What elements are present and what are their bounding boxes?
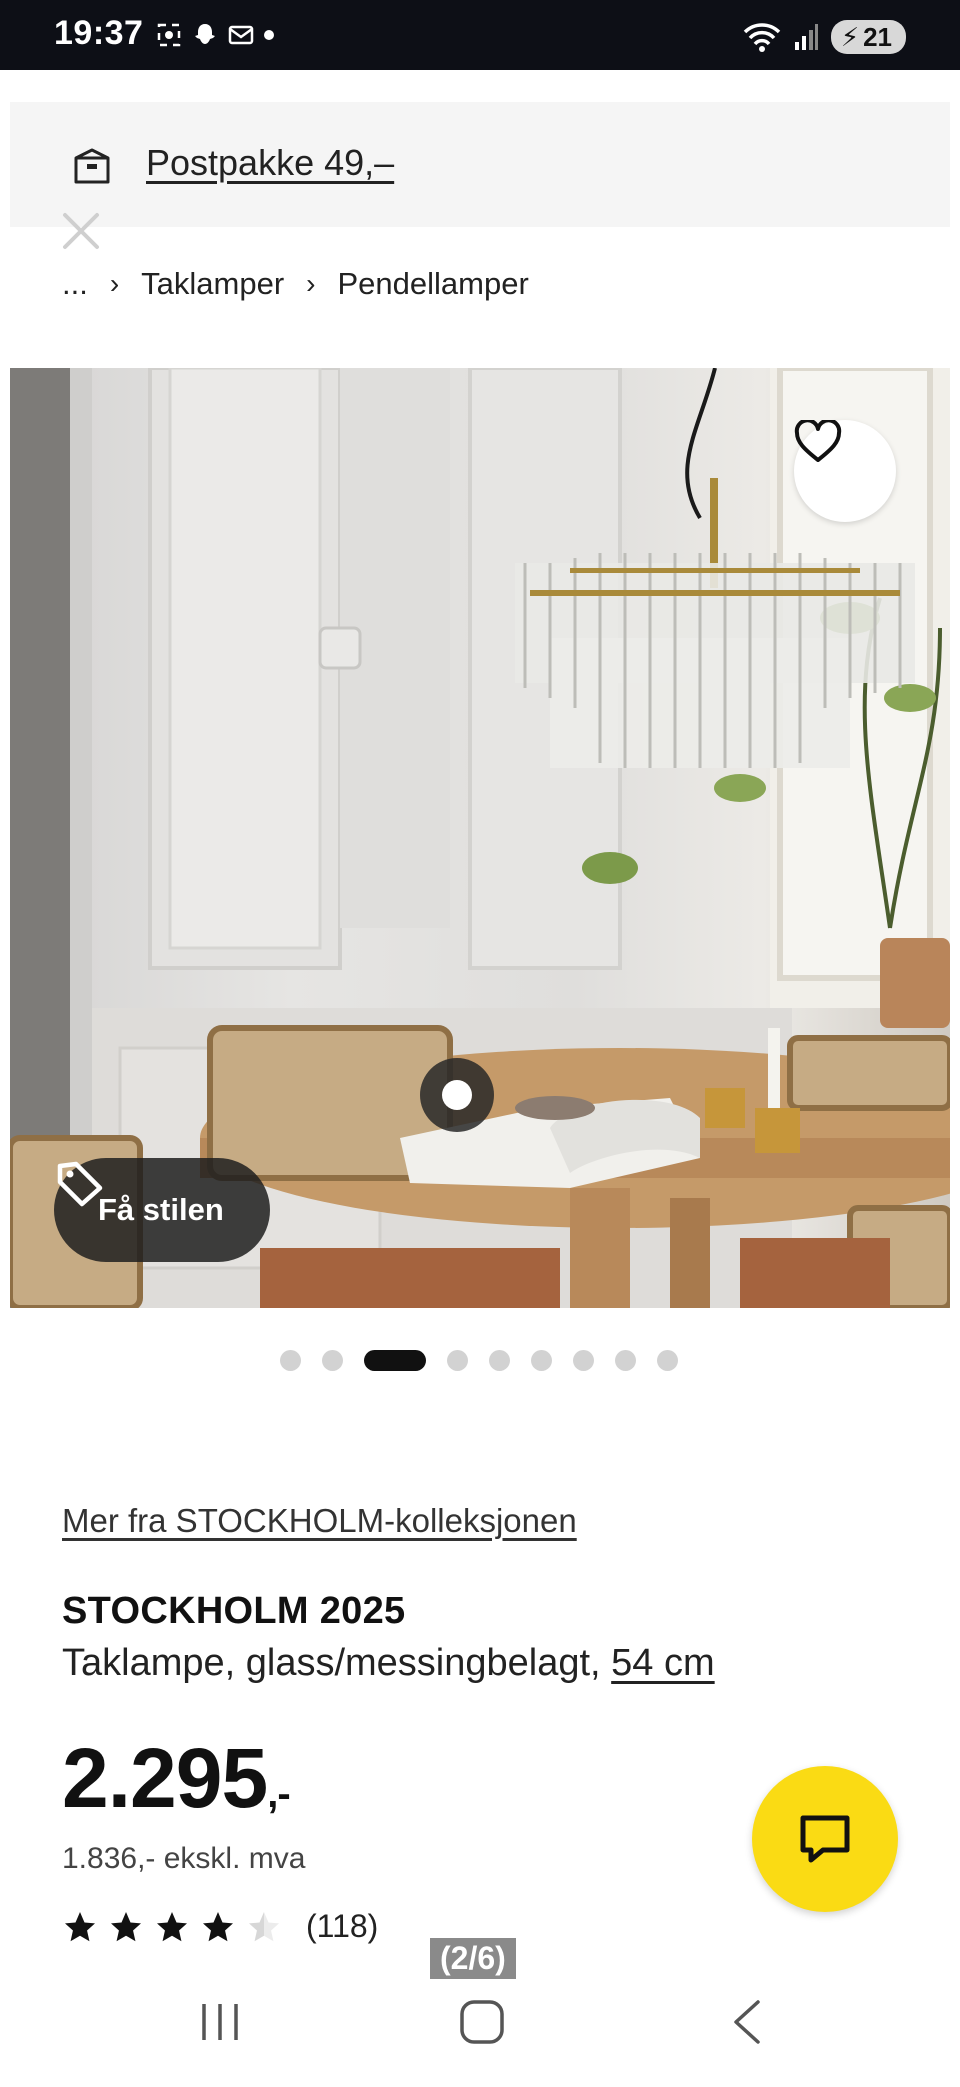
page-indicator: (2/6) [430,1938,516,1979]
carousel-dot[interactable] [322,1350,343,1371]
shipping-banner[interactable]: Postpakke 49,– [10,102,950,227]
status-bar: 19:37 ⚡ 21 [0,0,960,70]
carousel-dot-active[interactable] [364,1350,426,1371]
star-full-icon [157,1911,187,1941]
carousel-dot[interactable] [531,1350,552,1371]
get-the-style-label: Få stilen [98,1192,224,1227]
notification-icons [155,20,275,50]
star-full-icon [111,1911,141,1941]
carousel-dot[interactable] [573,1350,594,1371]
battery-level: 21 [863,21,892,52]
battery-icon: ⚡ [840,21,860,52]
breadcrumb-item-taklamper[interactable]: Taklamper [141,266,284,302]
review-count[interactable]: (118) [306,1908,378,1945]
price: 2.295,- [62,1730,291,1827]
status-right: ⚡ 21 [743,20,906,54]
breadcrumb-item-pendellamper[interactable]: Pendellamper [338,266,529,302]
star-half-icon [249,1911,279,1941]
product-image[interactable]: Få stilen [10,368,950,1308]
star-full-icon [203,1911,233,1941]
rating[interactable]: (118) [62,1908,378,1945]
product-name: STOCKHOLM 2025 [62,1590,406,1632]
carousel-dots [280,1350,678,1371]
tag-icon [57,1161,103,1207]
parcel-icon [74,148,110,184]
screenshot-icon [157,23,181,47]
signal-icon [794,24,818,50]
hotspot-dot [442,1080,472,1110]
battery-indicator: ⚡ 21 [830,20,906,54]
recent-apps-icon[interactable] [198,2000,242,2044]
chevron-right-icon: › [109,268,120,299]
collection-link[interactable]: Mer fra STOCKHOLM-kolleksjonen [62,1502,577,1540]
chat-icon [800,1815,850,1863]
dot-icon [264,30,274,40]
get-the-style-button[interactable]: Få stilen [54,1158,270,1262]
star-full-icon [65,1911,95,1941]
wifi-icon [743,23,781,52]
carousel-dot[interactable] [489,1350,510,1371]
carousel-dot[interactable] [657,1350,678,1371]
back-icon[interactable] [728,1998,768,2046]
status-time: 19:37 [54,14,144,52]
breadcrumb-ellipsis[interactable]: ... [62,266,88,302]
size-link[interactable]: 54 cm [611,1642,714,1684]
price-suffix: ,- [267,1772,290,1816]
product-description-text: Taklampe, glass/messingbelagt, [62,1642,612,1684]
price-ex-vat: 1.836,- ekskl. mva [62,1842,306,1875]
carousel-dot[interactable] [447,1350,468,1371]
price-main: 2.295 [62,1731,268,1825]
favorite-button[interactable] [794,420,896,522]
system-nav-bar [0,1980,960,2087]
home-icon[interactable] [458,1998,506,2046]
heart-icon [794,420,842,462]
shipping-link[interactable]: Postpakke 49,– [146,142,394,184]
mail-icon [228,25,254,45]
snapchat-icon [195,24,215,44]
close-icon[interactable] [60,210,102,252]
product-description: Taklampe, glass/messingbelagt, 54 cm [62,1642,715,1685]
carousel-dot[interactable] [280,1350,301,1371]
chat-button[interactable] [752,1766,898,1912]
product-hotspot[interactable] [420,1058,494,1132]
carousel-dot[interactable] [615,1350,636,1371]
chevron-right-icon: › [306,268,316,299]
product-page: Postpakke 49,– ... › Taklamper › Pendell… [10,70,950,1970]
breadcrumb: ... › Taklamper › Pendellamper [62,266,529,302]
